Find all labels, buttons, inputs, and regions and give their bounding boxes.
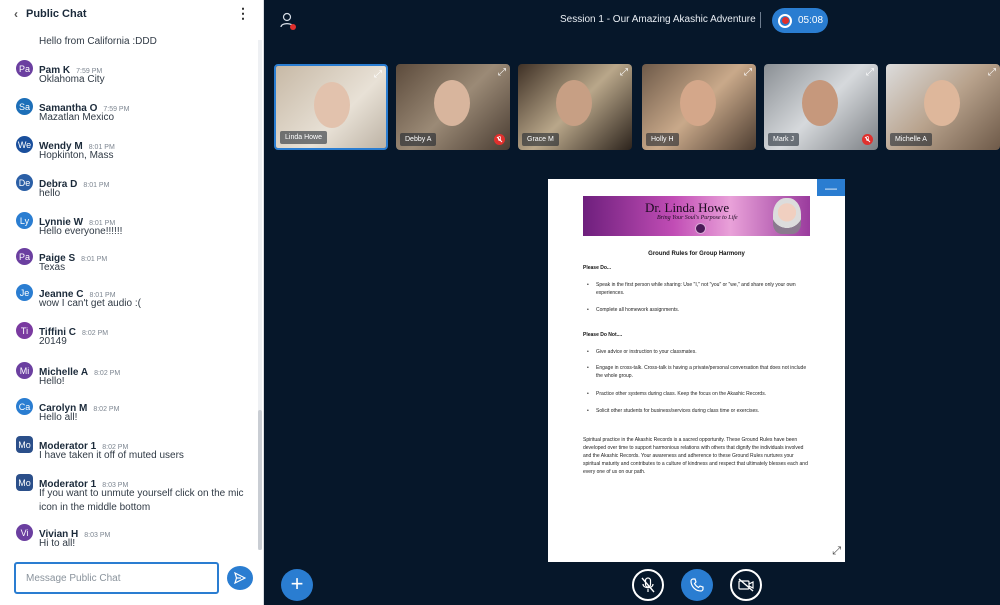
dont-heading: Please Do Not....	[583, 332, 623, 338]
participant-face	[314, 82, 350, 128]
chat-title: Public Chat	[26, 8, 87, 20]
session-title: Session 1 - Our Amazing Akashic Adventur…	[560, 14, 756, 25]
muted-microphone-icon	[494, 134, 505, 145]
avatar: Mo	[16, 474, 33, 491]
participant-face	[434, 80, 470, 126]
chat-panel: ‹ Public Chat ⋮ Hello from California :D…	[0, 0, 264, 605]
participant-face	[680, 80, 716, 126]
document-title: Ground Rules for Group Harmony	[648, 251, 745, 257]
expand-icon[interactable]: ⤢	[744, 67, 752, 78]
dont-item: Give advice or instruction to your class…	[587, 348, 811, 356]
more-options-icon[interactable]: ⋮	[236, 6, 250, 20]
chat-header: ‹ Public Chat ⋮	[0, 0, 263, 28]
message-text: Mazatlan Mexico	[39, 112, 115, 123]
do-item: Complete all homework assignments.	[587, 306, 811, 314]
phone-icon	[690, 578, 704, 592]
share-webcam-button[interactable]	[730, 569, 762, 601]
chat-scrollbar-thumb[interactable]	[258, 410, 262, 550]
participant-video-tile[interactable]: ⤢ Mark J	[764, 64, 878, 150]
message-text: Oklahoma City	[39, 74, 105, 85]
actions-plus-button[interactable]: +	[281, 569, 313, 601]
leave-audio-button[interactable]	[681, 569, 713, 601]
avatar: Mo	[16, 436, 33, 453]
record-icon	[778, 13, 792, 28]
participant-video-tile[interactable]: ⤢ Linda Howe	[274, 64, 388, 150]
presentation-slide: — Dr. Linda Howe Bring Your Soul's Purpo…	[548, 179, 845, 562]
message-input[interactable]	[14, 562, 219, 594]
expand-icon[interactable]: ⤢	[988, 67, 996, 78]
recording-indicator[interactable]: 05:08	[772, 8, 828, 33]
recording-time: 05:08	[798, 15, 824, 26]
participant-face	[924, 80, 960, 126]
do-item: Speak in the first person while sharing:…	[587, 281, 811, 297]
title-divider	[760, 12, 761, 28]
camera-off-icon	[738, 578, 754, 592]
avatar: De	[16, 174, 33, 191]
participant-video-tile[interactable]: ⤢ Grace M	[518, 64, 632, 150]
dont-item: Practice other systems during class. Kee…	[587, 390, 811, 398]
message-text: I have taken it off of muted users	[39, 450, 184, 461]
muted-microphone-icon	[862, 134, 873, 145]
unmute-microphone-button[interactable]	[632, 569, 664, 601]
banner-portrait	[773, 198, 801, 234]
chat-scrollbar[interactable]	[258, 40, 262, 550]
message-text: Hello everyone!!!!!!	[39, 226, 123, 237]
expand-icon[interactable]: ⤢	[374, 69, 382, 80]
microphone-muted-icon	[641, 577, 655, 593]
message-text: Texas	[39, 262, 66, 273]
message-text: 20149	[39, 336, 67, 347]
minimize-presentation-button[interactable]: —	[817, 179, 845, 196]
participant-video-tile[interactable]: ⤢ Michelle A	[886, 64, 1000, 150]
expand-icon[interactable]: ⤢	[620, 67, 628, 78]
message-text: Hello!	[39, 376, 65, 387]
participant-name: Michelle A	[890, 133, 932, 146]
participant-name: Grace M	[522, 133, 559, 146]
message-text: hello	[39, 188, 61, 199]
user-list-button[interactable]	[280, 12, 296, 30]
chat-message-list[interactable]: Hello from California :DDD Pa Pam K 7:59 P…	[0, 28, 258, 554]
avatar: Pa	[16, 60, 33, 77]
participant-name: Holly H	[646, 133, 679, 146]
banner-logo-icon	[695, 223, 706, 234]
slide-banner: Dr. Linda Howe Bring Your Soul's Purpose…	[583, 196, 810, 236]
expand-icon[interactable]: ⤢	[498, 67, 506, 78]
avatar: Vi	[16, 524, 33, 541]
back-chevron-icon[interactable]: ‹	[14, 7, 18, 21]
do-heading: Please Do...	[583, 265, 612, 271]
participant-name: Linda Howe	[280, 131, 327, 144]
message-text: wow I can't get audio :(	[39, 298, 141, 309]
participant-name: Debby A	[400, 133, 437, 146]
avatar: Ly	[16, 212, 33, 229]
participant-face	[556, 80, 592, 126]
notification-dot	[290, 24, 296, 30]
message-text: Hello all!	[39, 412, 78, 423]
participant-video-tile[interactable]: ⤢ Holly H	[642, 64, 756, 150]
participant-video-tile[interactable]: ⤢ Debby A	[396, 64, 510, 150]
fullscreen-icon[interactable]: ⤢	[832, 545, 841, 558]
banner-title: Dr. Linda Howe	[645, 200, 730, 215]
banner-subtitle: Bring Your Soul's Purpose to Life	[657, 215, 738, 221]
avatar: Ti	[16, 322, 33, 339]
avatar: Ca	[16, 398, 33, 415]
avatar: Sa	[16, 98, 33, 115]
participant-name: Mark J	[768, 133, 799, 146]
message-text: Hello from California :DDD	[39, 36, 157, 47]
avatar: Pa	[16, 248, 33, 265]
message-text: Hi to all!	[39, 538, 76, 549]
avatar: We	[16, 136, 33, 153]
closing-paragraph: Spiritual practice in the Akashic Record…	[583, 437, 808, 475]
message-text: If you want to unmute yourself click on …	[39, 488, 244, 513]
send-message-button[interactable]	[227, 566, 253, 590]
avatar: Mi	[16, 362, 33, 379]
dont-item: Solicit other students for business/serv…	[587, 407, 811, 415]
participant-face	[802, 80, 838, 126]
dont-item: Engage in cross-talk. Cross-talk is havi…	[587, 364, 811, 380]
expand-icon[interactable]: ⤢	[866, 67, 874, 78]
send-icon	[234, 572, 246, 584]
message-text: Hopkinton, Mass	[39, 150, 114, 161]
avatar: Je	[16, 284, 33, 301]
